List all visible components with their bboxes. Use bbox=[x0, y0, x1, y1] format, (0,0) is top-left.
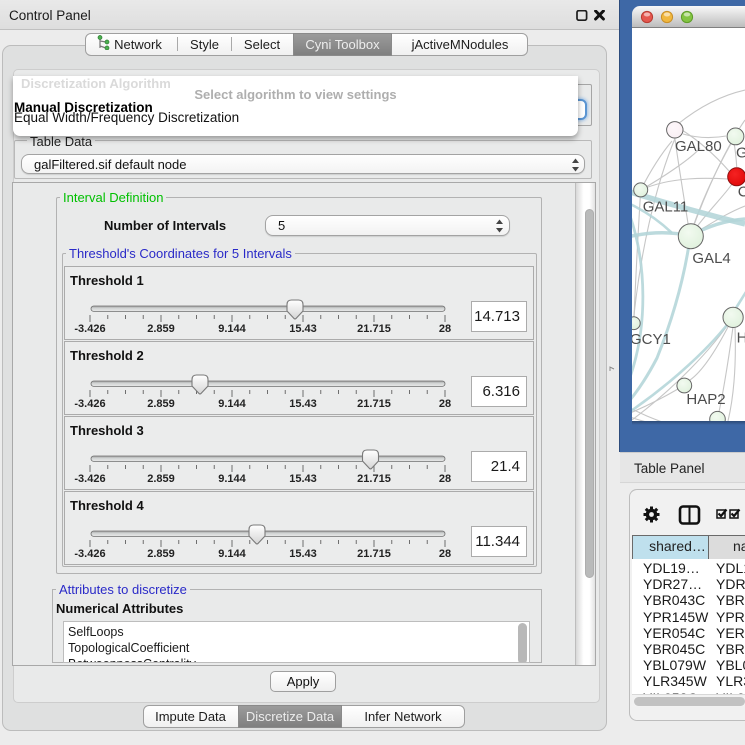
svg-text:HAP2: HAP2 bbox=[686, 391, 725, 408]
svg-text:2.859: 2.859 bbox=[147, 323, 175, 335]
svg-text:21.715: 21.715 bbox=[357, 323, 391, 335]
svg-text:21.715: 21.715 bbox=[357, 398, 391, 410]
svg-text:15.43: 15.43 bbox=[289, 473, 317, 485]
svg-text:28: 28 bbox=[439, 398, 451, 410]
svg-text:2.859: 2.859 bbox=[147, 548, 175, 560]
svg-text:-3.426: -3.426 bbox=[74, 398, 105, 410]
svg-text:9.144: 9.144 bbox=[218, 473, 246, 485]
svg-text:28: 28 bbox=[439, 323, 451, 335]
svg-text:H: H bbox=[737, 329, 745, 346]
svg-text:28: 28 bbox=[439, 473, 451, 485]
svg-text:GA: GA bbox=[736, 145, 745, 162]
svg-text:-3.426: -3.426 bbox=[74, 548, 105, 560]
svg-text:21.715: 21.715 bbox=[357, 473, 391, 485]
svg-text:GAL80: GAL80 bbox=[675, 138, 722, 155]
svg-text:-3.426: -3.426 bbox=[74, 323, 105, 335]
svg-text:CY: CY bbox=[738, 183, 745, 200]
svg-text:GCY1: GCY1 bbox=[632, 331, 671, 348]
svg-text:9.144: 9.144 bbox=[218, 548, 246, 560]
svg-text:GAL11: GAL11 bbox=[643, 198, 689, 215]
svg-text:21.715: 21.715 bbox=[357, 548, 391, 560]
svg-text:28: 28 bbox=[439, 548, 451, 560]
svg-text:GAL4: GAL4 bbox=[692, 250, 730, 267]
svg-text:15.43: 15.43 bbox=[289, 398, 317, 410]
svg-text:15.43: 15.43 bbox=[289, 548, 317, 560]
svg-text:9.144: 9.144 bbox=[218, 398, 246, 410]
svg-text:2.859: 2.859 bbox=[147, 473, 175, 485]
svg-text:9.144: 9.144 bbox=[218, 323, 246, 335]
svg-text:2.859: 2.859 bbox=[147, 398, 175, 410]
svg-text:-3.426: -3.426 bbox=[74, 473, 105, 485]
svg-text:15.43: 15.43 bbox=[289, 323, 317, 335]
